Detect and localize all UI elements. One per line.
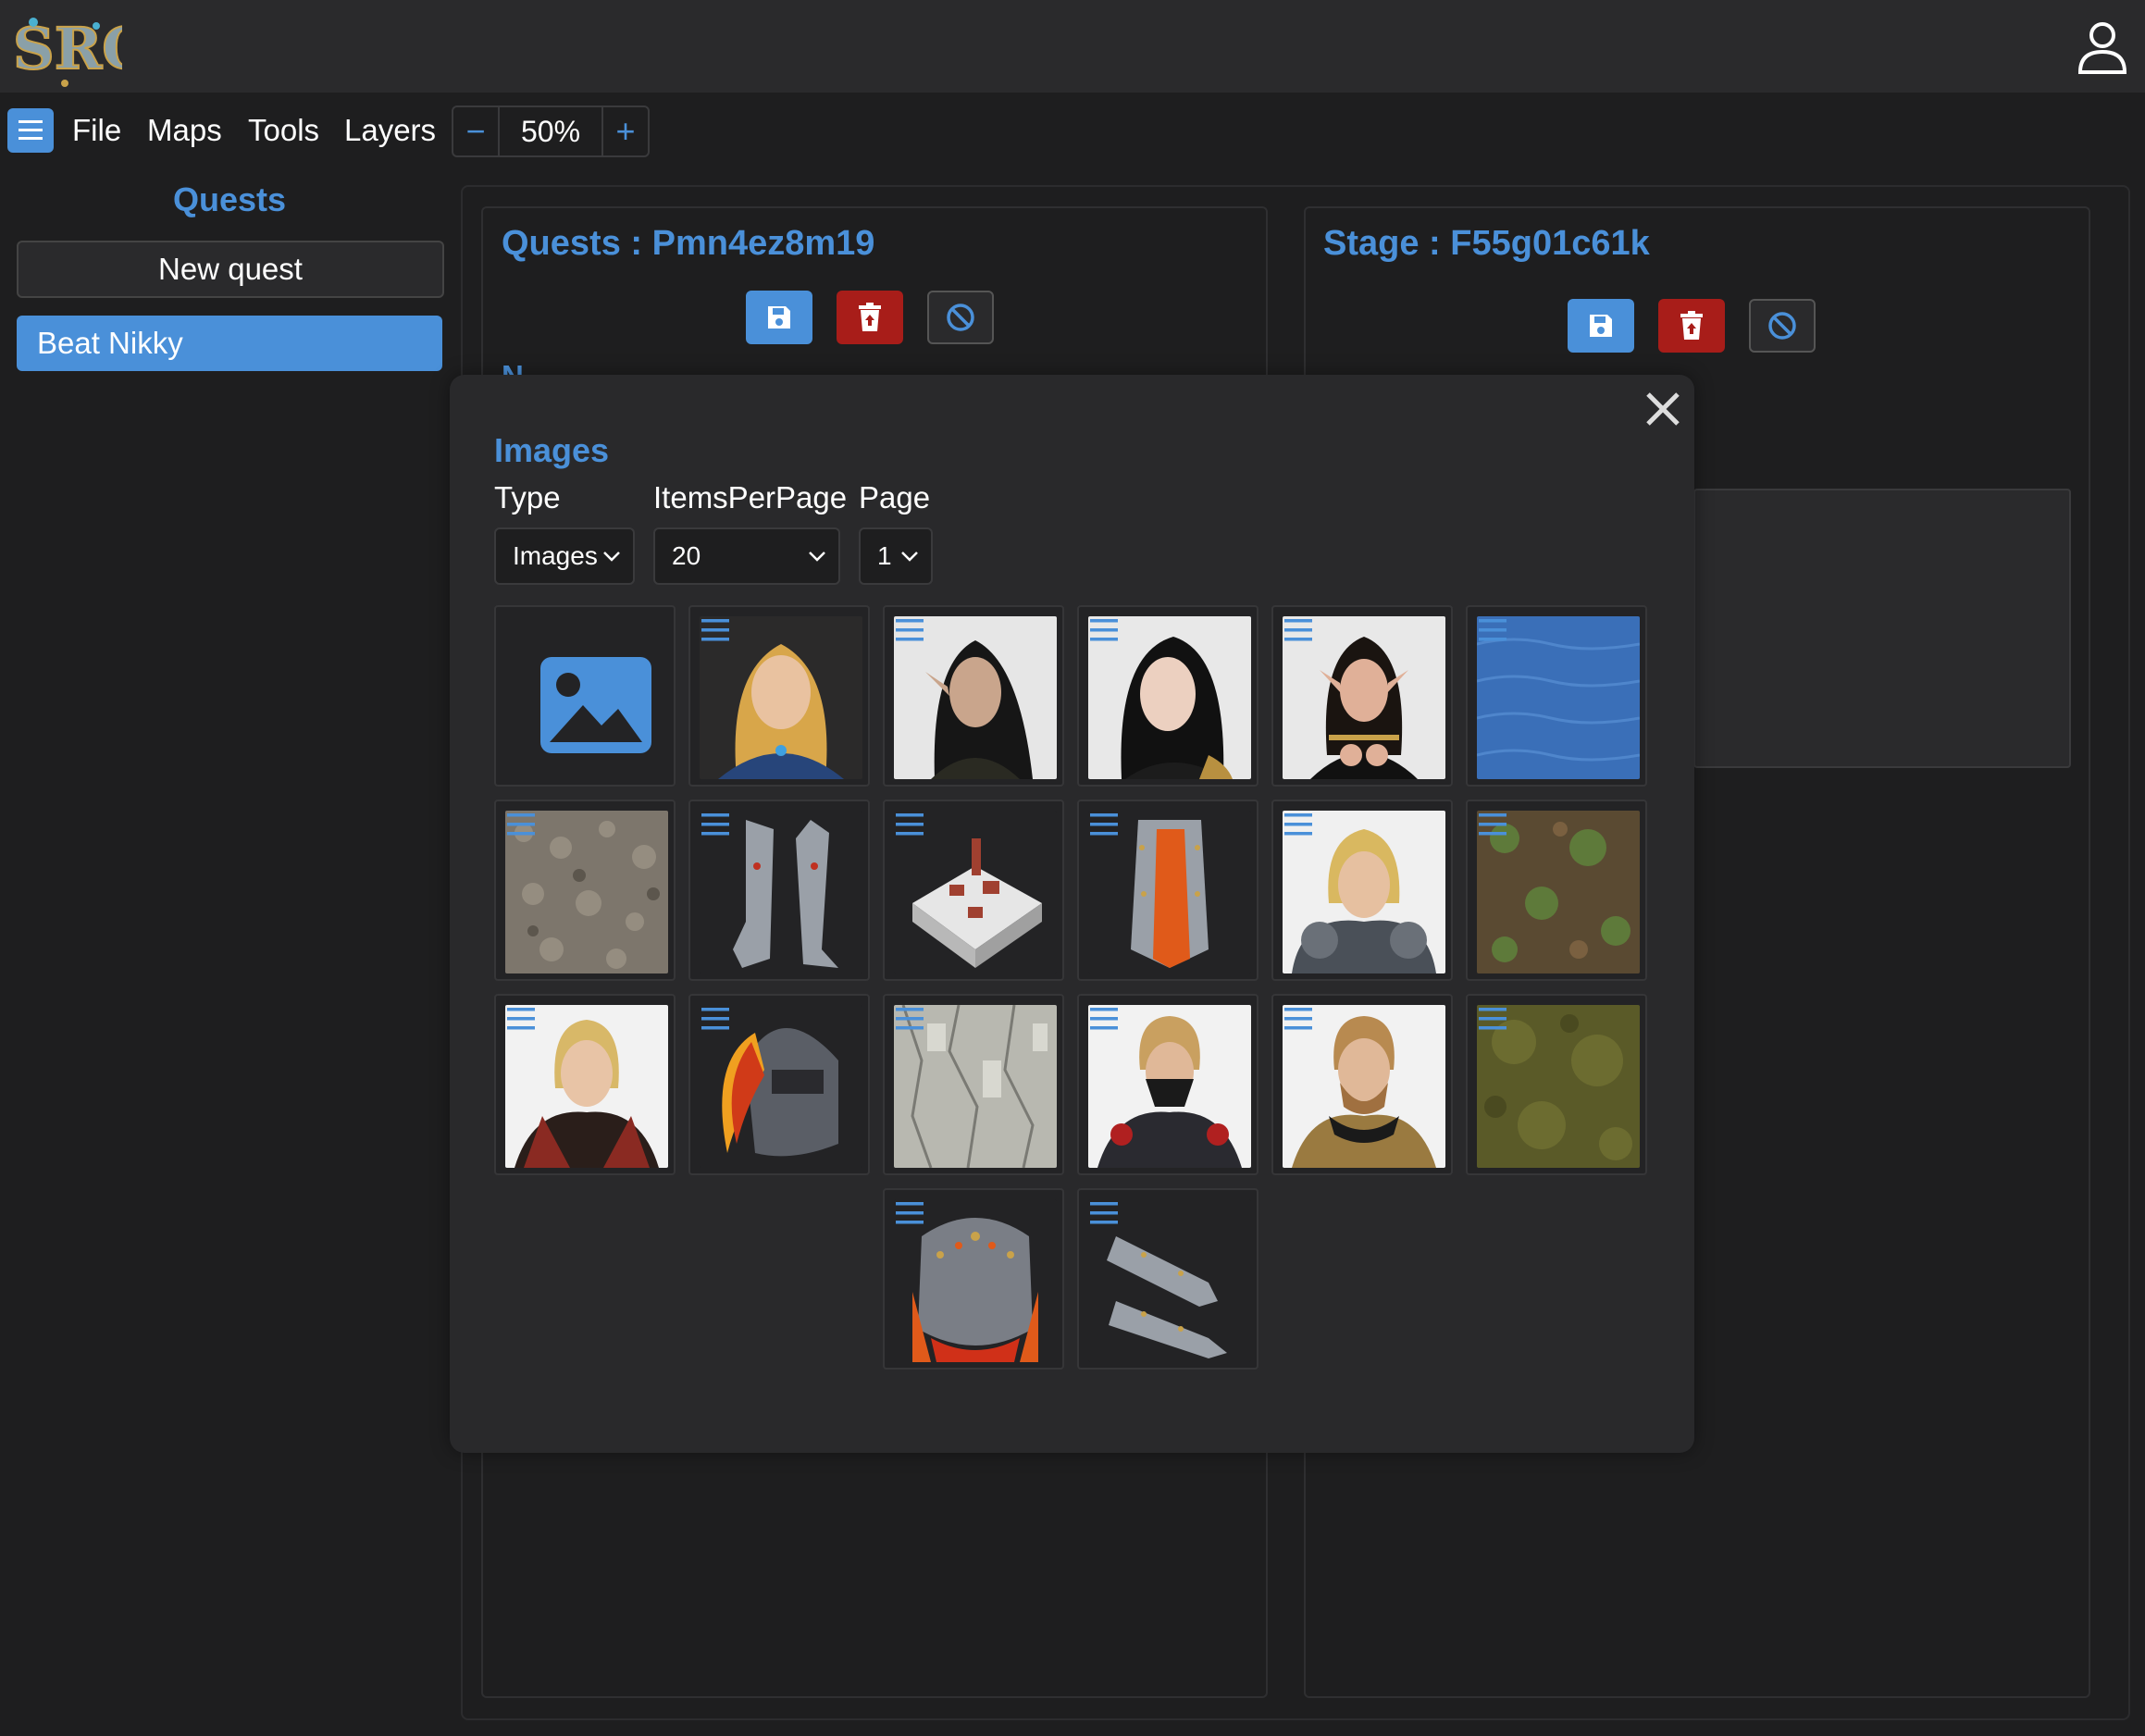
list-icon[interactable] (896, 618, 924, 642)
image-tile[interactable] (1077, 994, 1258, 1175)
image-tile[interactable] (494, 994, 676, 1175)
sidebar-title: Quests (172, 180, 287, 218)
stage-delete-button[interactable] (1658, 299, 1725, 353)
page-label: Page (859, 480, 931, 515)
list-icon[interactable] (1090, 1007, 1118, 1031)
image-tile[interactable] (1271, 605, 1453, 787)
list-icon[interactable] (701, 812, 729, 837)
list-icon[interactable] (1479, 1007, 1506, 1031)
list-icon[interactable] (896, 1007, 924, 1031)
page-select[interactable]: 1 (859, 527, 933, 585)
save-icon (768, 306, 790, 329)
new-quest-button[interactable]: New quest (17, 241, 444, 298)
stage-save-button[interactable] (1568, 299, 1634, 353)
list-icon[interactable] (507, 812, 535, 837)
list-icon[interactable] (507, 1007, 535, 1031)
image-tile[interactable] (688, 800, 870, 981)
trash-icon (859, 303, 881, 331)
list-icon[interactable] (701, 1007, 729, 1031)
svg-text:SRQ: SRQ (13, 15, 122, 82)
image-tile[interactable] (883, 1188, 1064, 1370)
list-icon[interactable] (1090, 618, 1118, 642)
stage-description-textarea[interactable] (1693, 489, 2071, 768)
items-per-page-label: ItemsPerPage (653, 480, 848, 515)
menu-layers[interactable]: Layers (344, 108, 436, 153)
image-tile[interactable] (1466, 605, 1647, 787)
list-icon[interactable] (896, 1201, 924, 1225)
stage-panel-title: Stage : F55g01c61k (1323, 224, 1650, 263)
list-icon[interactable] (1479, 618, 1506, 642)
list-icon[interactable] (701, 618, 729, 642)
ban-icon (947, 304, 974, 331)
app-logo[interactable]: SRQ (7, 6, 122, 89)
chevron-down-icon (603, 552, 620, 562)
menu-icon[interactable] (7, 108, 54, 153)
image-icon (540, 657, 651, 753)
list-icon[interactable] (1284, 812, 1312, 837)
page-select-value: 1 (877, 541, 892, 570)
zoom-level: 50% (498, 107, 603, 155)
close-icon[interactable] (1643, 389, 1683, 429)
list-icon[interactable] (1284, 618, 1312, 642)
chevron-down-icon (809, 552, 825, 562)
type-select[interactable]: Images (494, 527, 635, 585)
image-tile[interactable] (883, 605, 1064, 787)
quest-save-button[interactable] (746, 291, 812, 344)
list-icon[interactable] (1284, 1007, 1312, 1031)
image-tile[interactable] (883, 994, 1064, 1175)
list-icon[interactable] (896, 812, 924, 837)
menu-maps[interactable]: Maps (147, 108, 222, 153)
image-tile[interactable] (1077, 1188, 1258, 1370)
stage-cancel-button[interactable] (1749, 299, 1816, 353)
ban-icon (1768, 312, 1796, 340)
image-tile[interactable] (1466, 994, 1647, 1175)
image-tile[interactable] (1077, 800, 1258, 981)
zoom-control: − 50% + (452, 105, 650, 157)
modal-title: Images (494, 431, 610, 469)
user-icon[interactable] (2077, 19, 2128, 74)
image-tile[interactable] (1271, 800, 1453, 981)
quest-cancel-button[interactable] (927, 291, 994, 344)
zoom-out-button[interactable]: − (453, 107, 498, 155)
trash-icon (1680, 311, 1703, 340)
add-image-tile[interactable] (494, 605, 676, 787)
quest-item-beat-nikky[interactable]: Beat Nikky (17, 316, 442, 371)
quest-delete-button[interactable] (837, 291, 903, 344)
image-tile[interactable] (883, 800, 1064, 981)
type-select-value: Images (513, 541, 598, 570)
chevron-down-icon (901, 552, 918, 562)
save-icon (1590, 315, 1612, 337)
image-tile[interactable] (1466, 800, 1647, 981)
menu-file[interactable]: File (72, 108, 121, 153)
image-tile[interactable] (688, 605, 870, 787)
menu-tools[interactable]: Tools (248, 108, 319, 153)
quest-panel-title: Quests : Pmn4ez8m19 (502, 224, 875, 263)
image-tile[interactable] (688, 994, 870, 1175)
items-per-page-value: 20 (672, 541, 701, 570)
list-icon[interactable] (1090, 812, 1118, 837)
top-bar: SRQ (0, 0, 2145, 93)
list-icon[interactable] (1479, 812, 1506, 837)
type-label: Type (494, 480, 561, 515)
list-icon[interactable] (1090, 1201, 1118, 1225)
items-per-page-select[interactable]: 20 (653, 527, 840, 585)
image-tile[interactable] (1077, 605, 1258, 787)
image-tile[interactable] (494, 800, 676, 981)
zoom-in-button[interactable]: + (603, 107, 648, 155)
image-tile[interactable] (1271, 994, 1453, 1175)
